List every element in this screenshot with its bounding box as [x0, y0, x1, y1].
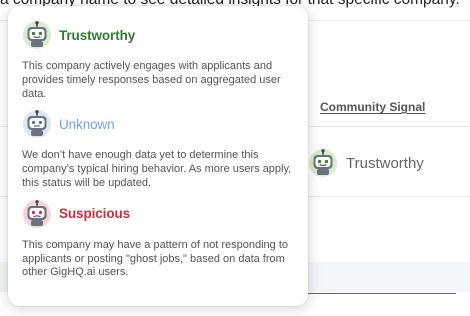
divider [300, 293, 456, 294]
robot-red-icon [23, 199, 51, 228]
legend-title: Unknown [59, 116, 115, 132]
legend-title: Suspicious [59, 206, 131, 222]
legend-item-suspicious: Suspicious This company may have a patte… [22, 199, 294, 280]
legend-description: This company may have a pattern of not r… [22, 238, 288, 279]
robot-blue-icon [23, 110, 51, 139]
legend-item-trustworthy: Trustworthy This company actively engage… [22, 20, 294, 101]
legend-title: Trustworthy [59, 27, 136, 43]
legend-description: We don’t have enough data yet to determi… [22, 149, 292, 189]
community-signal-legend-popover: Trustworthy This company actively engage… [8, 6, 308, 306]
legend-item-unknown: Unknown We don’t have enough data yet to… [22, 109, 294, 190]
community-signal-cell[interactable]: Trustworthy [308, 148, 424, 178]
robot-green-icon [23, 21, 51, 49]
legend-description: This company actively engages with appli… [22, 60, 281, 100]
robot-green-icon [309, 149, 337, 177]
status-label: Trustworthy [346, 154, 424, 172]
column-header-community-signal[interactable]: Community Signal [320, 100, 425, 114]
